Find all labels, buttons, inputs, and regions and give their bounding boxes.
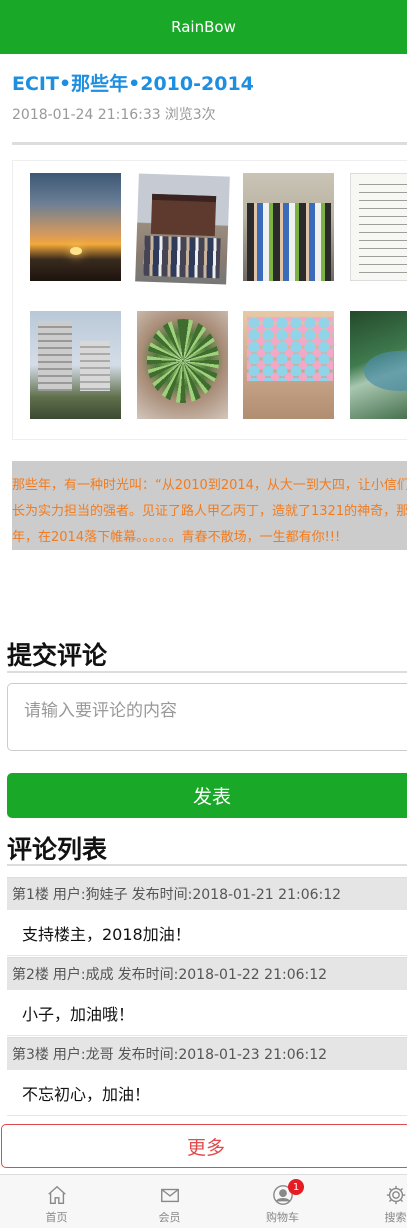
bottom-tab-bar: 首页 会员 1 购物车 搜索 — [0, 1174, 407, 1228]
comment-content: 小子，加油哦！ — [7, 991, 407, 1036]
gallery-photo-plant[interactable] — [137, 311, 228, 419]
comment-list-title: 评论列表 — [7, 835, 108, 864]
comment-floor: 第2楼 — [12, 967, 49, 983]
top-bar: RainBow — [0, 0, 407, 54]
gallery-photo-flowers[interactable] — [243, 311, 334, 419]
section-divider — [7, 671, 407, 673]
comment-content: 不忘初心，加油！ — [7, 1071, 407, 1116]
sun-shape — [70, 247, 82, 255]
article-date: 2018-01-24 21:16:33 — [12, 107, 161, 123]
people-shape — [247, 203, 331, 281]
more-comments-button[interactable]: 更多 — [1, 1124, 407, 1168]
plant-shape — [147, 319, 219, 403]
mail-icon — [160, 1188, 179, 1203]
tab-label: 首页 — [45, 1211, 68, 1224]
comment-user: 用户:狗娃子 — [52, 887, 128, 903]
building-shape — [38, 321, 72, 391]
pond-shape — [364, 351, 407, 391]
photo-gallery[interactable] — [12, 160, 407, 440]
gallery-photo-document[interactable] — [350, 173, 407, 281]
comment-time: 发布时间:2018-01-23 21:06:12 — [117, 1047, 328, 1063]
gallery-photo-group-gate[interactable] — [135, 173, 230, 285]
home-icon — [47, 1185, 66, 1204]
comment-header: 第2楼 用户:成成 发布时间:2018-01-22 21:06:12 — [7, 957, 407, 990]
tab-search[interactable]: 搜索 — [339, 1175, 407, 1228]
article-notice: 那些年，有一种时光叫：“从2010到2014，从大一到大四，让小信们成长为实力担… — [12, 461, 407, 550]
app-title: RainBow — [171, 18, 236, 36]
comment-input[interactable] — [8, 684, 407, 750]
tab-member[interactable]: 会员 — [113, 1175, 226, 1228]
tab-cart[interactable]: 1 购物车 — [226, 1175, 339, 1228]
article-title: ECIT•那些年•2010-2014 — [12, 73, 254, 95]
comment-header: 第3楼 用户:龙哥 发布时间:2018-01-23 21:06:12 — [7, 1037, 407, 1070]
section-divider — [7, 864, 407, 866]
comment-user: 用户:成成 — [52, 967, 114, 983]
tab-home[interactable]: 首页 — [0, 1175, 113, 1228]
article-meta: 2018-01-24 21:16:33 浏览3次 — [12, 104, 216, 124]
gear-icon — [386, 1185, 405, 1205]
gallery-photo-park[interactable] — [350, 311, 407, 419]
flowers-shape — [247, 317, 333, 381]
comment-user: 用户:龙哥 — [52, 1047, 114, 1063]
comment-input-box — [7, 683, 407, 751]
comment-header: 第1楼 用户:狗娃子 发布时间:2018-01-21 21:06:12 — [7, 877, 407, 910]
submit-comment-button[interactable]: 发表 — [7, 773, 407, 818]
tab-label: 购物车 — [266, 1211, 299, 1224]
comment-floor: 第1楼 — [12, 887, 49, 903]
text-lines-shape — [359, 184, 407, 274]
tab-label: 会员 — [158, 1211, 181, 1224]
tab-label: 搜索 — [384, 1211, 407, 1224]
comment-floor: 第3楼 — [12, 1047, 49, 1063]
comment-form-title: 提交评论 — [7, 641, 108, 670]
people-shape — [143, 235, 221, 279]
gallery-photo-sunset[interactable] — [30, 173, 121, 281]
title-divider — [12, 142, 407, 145]
building-shape — [80, 341, 110, 391]
gate-shape — [150, 193, 217, 237]
comment-time: 发布时间:2018-01-22 21:06:12 — [117, 967, 328, 983]
gallery-photo-group-indoor[interactable] — [243, 173, 334, 281]
gallery-photo-buildings[interactable] — [30, 311, 121, 419]
notice-text: 那些年，有一种时光叫：“从2010到2014，从大一到大四，让小信们成长为实力担… — [12, 478, 407, 545]
comment-content: 支持楼主，2018加油！ — [7, 911, 407, 956]
cart-badge: 1 — [288, 1179, 304, 1195]
article-views: 浏览3次 — [164, 107, 216, 123]
comment-time: 发布时间:2018-01-21 21:06:12 — [131, 887, 342, 903]
